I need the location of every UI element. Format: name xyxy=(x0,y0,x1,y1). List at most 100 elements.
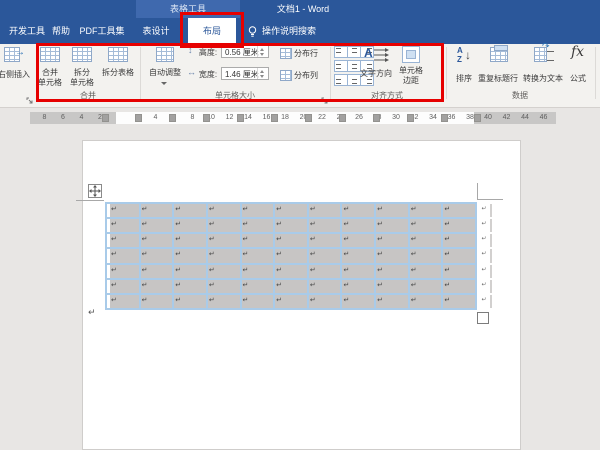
table-cell[interactable]: ↵ xyxy=(174,265,206,278)
table-cell[interactable]: ↵ xyxy=(342,219,374,232)
table-cell[interactable]: ↵ xyxy=(174,295,206,308)
table-cell[interactable]: ↵ xyxy=(107,204,139,217)
table-cell[interactable]: ↵ xyxy=(410,219,442,232)
ruler-column-marker[interactable] xyxy=(474,114,481,122)
table-cell[interactable]: ↵ xyxy=(141,234,173,247)
table-cell[interactable]: ↵ xyxy=(376,219,408,232)
align-top-center-icon[interactable] xyxy=(347,46,361,58)
table-cell[interactable]: ↵ xyxy=(410,295,442,308)
table-cell[interactable]: ↵ xyxy=(410,249,442,262)
ruler-column-marker[interactable] xyxy=(203,114,210,122)
formula-button[interactable]: 公式 xyxy=(564,74,592,84)
height-spinner[interactable] xyxy=(257,46,267,57)
table-cell[interactable]: ↵ xyxy=(275,204,307,217)
table-cell[interactable]: ↵ xyxy=(208,204,240,217)
table-cell[interactable]: ↵ xyxy=(410,204,442,217)
table-cell[interactable]: ↵ xyxy=(443,219,475,232)
ruler-column-marker[interactable] xyxy=(441,114,448,122)
repeat-header-rows-button[interactable]: 重复标题行 xyxy=(474,74,522,84)
table-cell[interactable]: ↵ xyxy=(208,265,240,278)
table-cell[interactable]: ↵ xyxy=(242,280,274,293)
autofit-button[interactable]: 自动调整 xyxy=(142,68,188,78)
table-cell[interactable]: ↵ xyxy=(342,265,374,278)
table-cell[interactable]: ↵ xyxy=(275,219,307,232)
align-middle-left-icon[interactable] xyxy=(334,60,348,72)
table-cell[interactable]: ↵ xyxy=(410,265,442,278)
table-cell[interactable]: ↵ xyxy=(443,234,475,247)
table-move-handle[interactable] xyxy=(88,184,102,198)
table-cell[interactable]: ↵ xyxy=(242,219,274,232)
table-cell[interactable]: ↵ xyxy=(174,280,206,293)
table-cell[interactable]: ↵ xyxy=(376,280,408,293)
cell-size-dialog-launcher-icon[interactable] xyxy=(321,92,329,100)
table-cell[interactable]: ↵ xyxy=(107,295,139,308)
table-cell[interactable]: ↵ xyxy=(410,234,442,247)
table-cell[interactable]: ↵ xyxy=(107,219,139,232)
convert-to-text-button[interactable]: 转换为文本 xyxy=(520,74,566,84)
insert-right-button[interactable]: 右侧插入 xyxy=(0,70,36,80)
table-cell[interactable]: ↵ xyxy=(342,295,374,308)
table-cell[interactable]: ↵ xyxy=(242,265,274,278)
table-cell[interactable]: ↵ xyxy=(309,295,341,308)
table-cell[interactable]: ↵ xyxy=(342,249,374,262)
table-cell[interactable]: ↵ xyxy=(376,249,408,262)
table-cell[interactable]: ↵ xyxy=(174,249,206,262)
table-cell[interactable]: ↵ xyxy=(208,234,240,247)
table-cell[interactable]: ↵ xyxy=(107,280,139,293)
align-top-left-icon[interactable] xyxy=(334,46,348,58)
table-cell[interactable]: ↵ xyxy=(107,265,139,278)
table-cell[interactable]: ↵ xyxy=(242,204,274,217)
table-cell[interactable]: ↵ xyxy=(141,204,173,217)
ruler-column-marker[interactable] xyxy=(339,114,346,122)
ruler-column-marker[interactable] xyxy=(407,114,414,122)
table-cell[interactable]: ↵ xyxy=(342,234,374,247)
table-cell[interactable]: ↵ xyxy=(208,219,240,232)
align-bottom-left-icon[interactable] xyxy=(334,74,348,86)
table-cell[interactable]: ↵ xyxy=(141,265,173,278)
table-cell[interactable]: ↵ xyxy=(275,265,307,278)
table-cell[interactable]: ↵ xyxy=(309,234,341,247)
width-input[interactable]: 1.46 厘米 xyxy=(221,67,269,80)
table-cell[interactable]: ↵ xyxy=(141,219,173,232)
table-cell[interactable]: ↵ xyxy=(376,265,408,278)
merge-cells-button[interactable]: 合并 单元格 xyxy=(36,68,64,88)
text-direction-button[interactable]: 文字方向 xyxy=(356,69,396,79)
table-cell[interactable]: ↵ xyxy=(376,234,408,247)
table-cell[interactable]: ↵ xyxy=(443,265,475,278)
tell-me-search[interactable]: 操作说明搜索 xyxy=(262,18,316,44)
table-cell[interactable]: ↵ xyxy=(174,204,206,217)
tab-pdf-toolset[interactable]: PDF工具集 xyxy=(78,18,126,44)
distribute-rows-button[interactable]: 分布行 xyxy=(293,49,319,59)
autofit-dropdown-icon[interactable] xyxy=(161,82,167,85)
distribute-columns-button[interactable]: 分布列 xyxy=(293,71,319,81)
table-cell[interactable]: ↵ xyxy=(141,295,173,308)
ruler-column-marker[interactable] xyxy=(169,114,176,122)
width-spinner[interactable] xyxy=(257,68,267,79)
table-cell[interactable]: ↵ xyxy=(275,249,307,262)
split-table-button[interactable]: 拆分表格 xyxy=(100,68,136,78)
table-cell[interactable]: ↵ xyxy=(342,204,374,217)
table-resize-handle[interactable] xyxy=(477,312,489,324)
split-cells-button[interactable]: 拆分 单元格 xyxy=(68,68,96,88)
table-cell[interactable]: ↵ xyxy=(309,280,341,293)
ruler-column-marker[interactable] xyxy=(305,114,312,122)
table-cell[interactable]: ↵ xyxy=(309,219,341,232)
tab-help[interactable]: 帮助 xyxy=(50,18,72,44)
ruler-column-marker[interactable] xyxy=(271,114,278,122)
table-cell[interactable]: ↵ xyxy=(141,249,173,262)
tab-layout[interactable]: 布局 xyxy=(188,18,236,44)
table-cell[interactable]: ↵ xyxy=(141,280,173,293)
height-input[interactable]: 0.56 厘米 xyxy=(221,45,269,58)
ruler-column-marker[interactable] xyxy=(237,114,244,122)
table-cell[interactable]: ↵ xyxy=(309,204,341,217)
table-cell[interactable]: ↵ xyxy=(376,204,408,217)
ruler-column-marker[interactable] xyxy=(373,114,380,122)
table-cell[interactable]: ↵ xyxy=(208,280,240,293)
table-cell[interactable]: ↵ xyxy=(342,280,374,293)
table-cell[interactable]: ↵ xyxy=(242,234,274,247)
table-cell[interactable]: ↵ xyxy=(443,249,475,262)
table-cell[interactable]: ↵ xyxy=(275,295,307,308)
table-cell[interactable]: ↵ xyxy=(443,295,475,308)
table-cell[interactable]: ↵ xyxy=(309,265,341,278)
word-table[interactable]: ↵↵↵↵↵↵↵↵↵↵↵↵↵↵↵↵↵↵↵↵↵↵↵↵↵↵↵↵↵↵↵↵↵↵↵↵↵↵↵↵… xyxy=(105,202,477,310)
